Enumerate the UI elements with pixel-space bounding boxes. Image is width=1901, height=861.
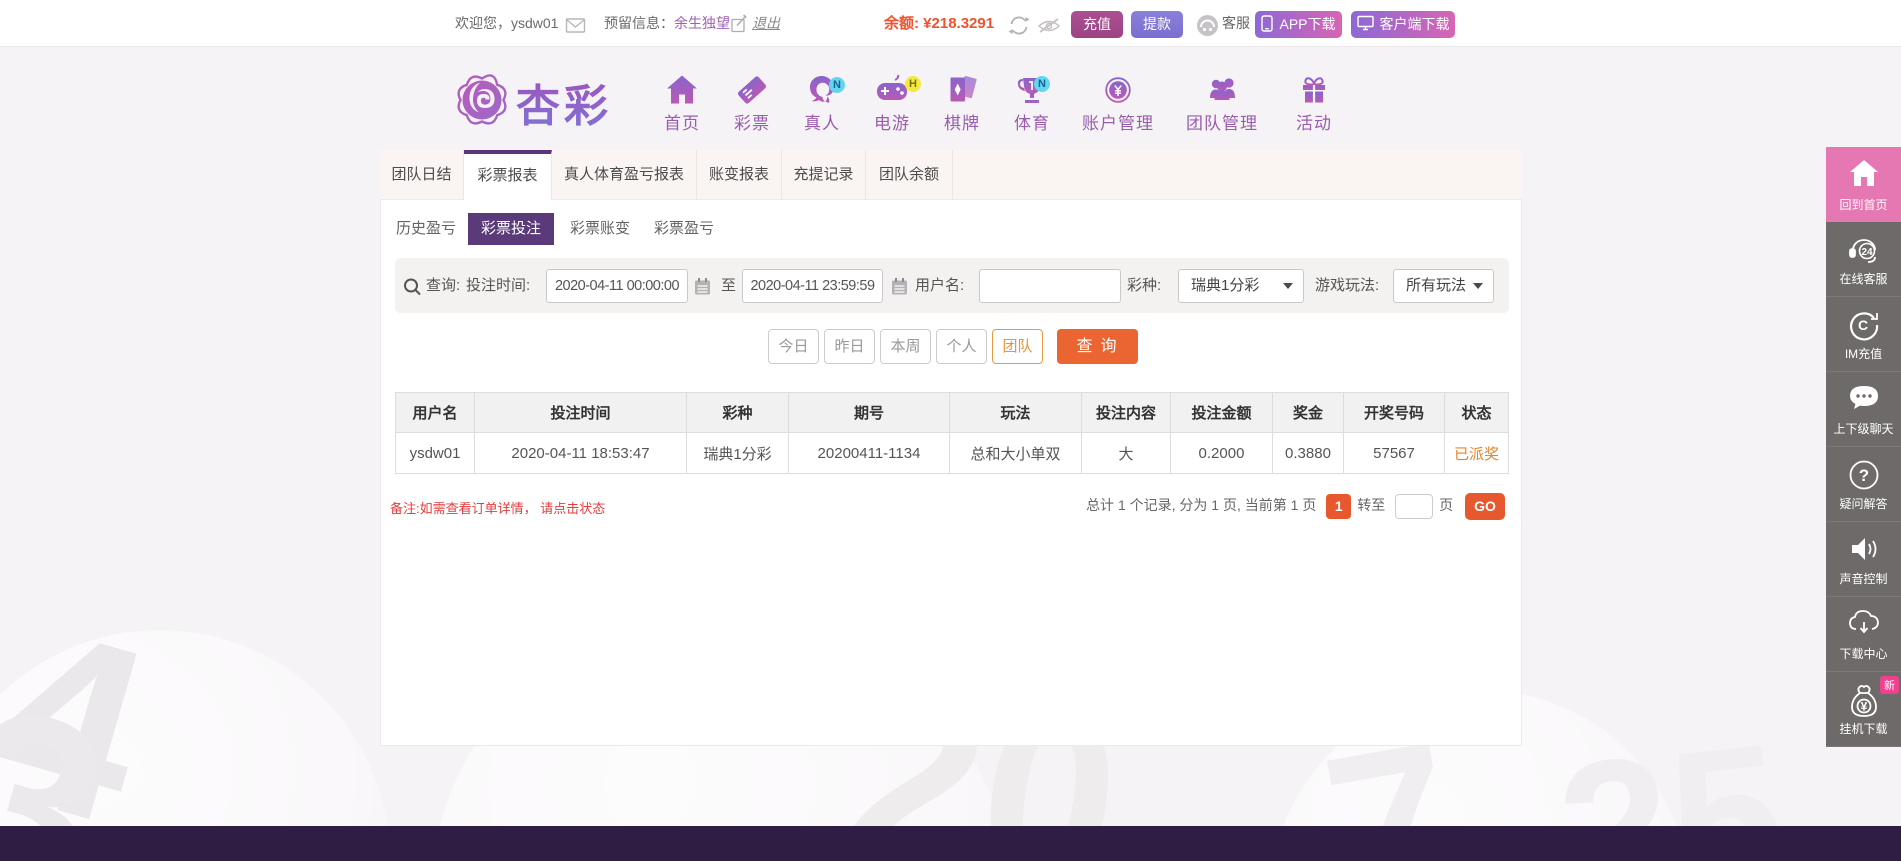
svg-text:杏彩: 杏彩 xyxy=(516,82,608,131)
svg-text:¥: ¥ xyxy=(1860,700,1867,714)
svg-text:24: 24 xyxy=(1861,247,1873,258)
svg-text:?: ? xyxy=(1858,466,1868,485)
svg-text:C: C xyxy=(1857,317,1867,333)
